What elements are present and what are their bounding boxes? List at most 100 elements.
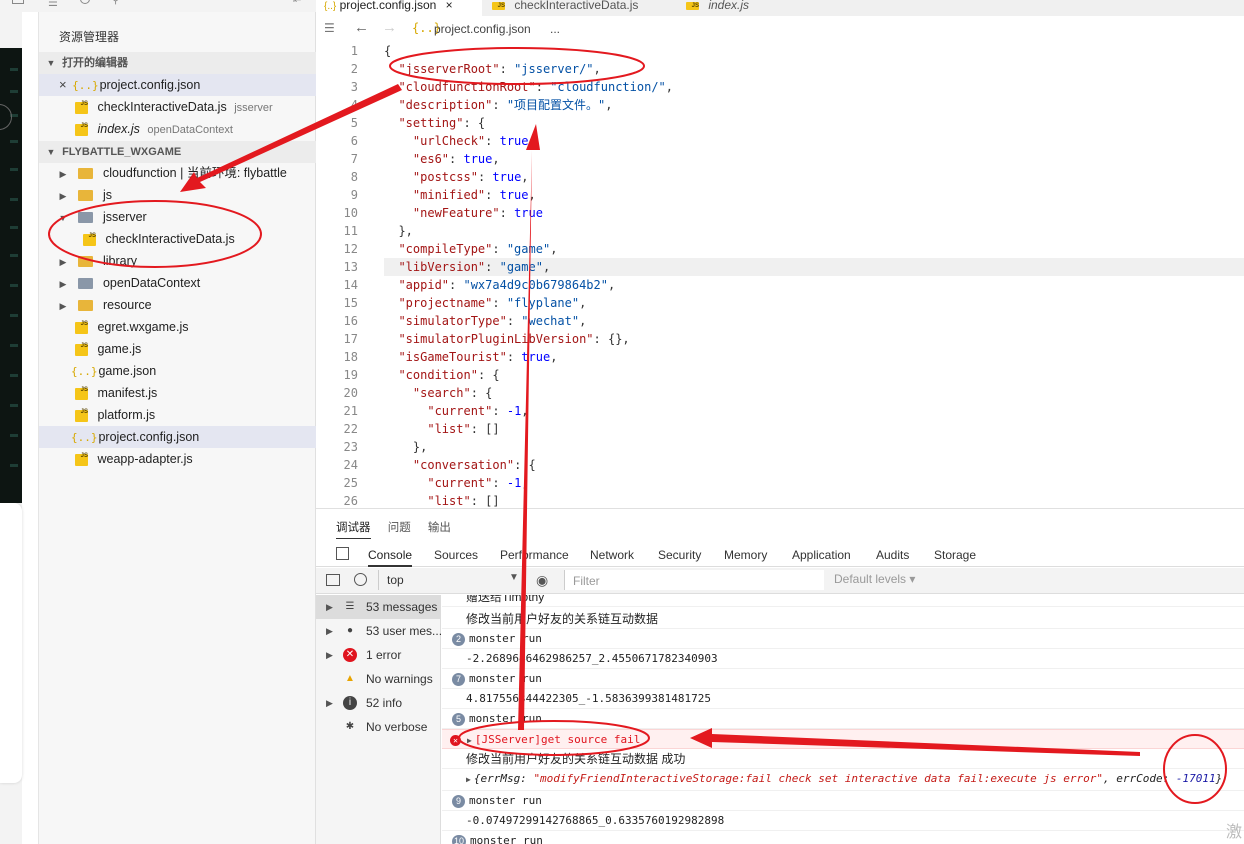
list-icon[interactable]: ☰ <box>324 21 335 35</box>
tab-performance[interactable]: Performance <box>500 548 569 562</box>
line-number: 23 <box>343 440 358 454</box>
open-editors-header[interactable]: ▼ 打开的编辑器 <box>39 52 316 74</box>
clear-icon[interactable] <box>354 573 367 586</box>
code-line: "urlCheck": true, <box>412 134 536 148</box>
tab-problems[interactable]: 问题 <box>388 522 411 534</box>
code-line: "current": -1, <box>427 404 529 418</box>
sidebar-filter-item[interactable]: ▶ ✕ 1 error <box>316 643 441 667</box>
line-number: 24 <box>343 458 358 472</box>
tree-item-opendatacontext[interactable]: ▶ openDataContext <box>39 272 316 294</box>
context-select[interactable]: top ▼ <box>378 570 520 590</box>
log-message: 修改当前用户好友的关系链互动数据 成功 <box>442 749 1244 769</box>
tree-item-weapp-adapter[interactable]: weapp-adapter.js <box>39 445 316 470</box>
tab-console[interactable]: Console <box>368 548 413 567</box>
collapse-icon[interactable]: ⇤ <box>293 0 301 6</box>
tab-memory[interactable]: Memory <box>724 548 767 562</box>
inspect-icon[interactable] <box>336 547 349 560</box>
list-icon[interactable]: ☰ <box>48 0 58 9</box>
tab-application[interactable]: Application <box>792 548 851 562</box>
js-file-icon <box>83 225 96 247</box>
log-message: 10 monster run <box>442 831 1244 844</box>
tree-item-platform[interactable]: platform.js <box>39 401 316 426</box>
explorer-title: 资源管理器 <box>59 30 120 44</box>
line-number: 3 <box>350 80 358 94</box>
tree-item-cloudfunction[interactable]: ▶ cloudfunction | 当前环境: flybattle <box>39 162 316 184</box>
js-file-icon <box>75 445 88 467</box>
list-icon: ☰ <box>345 601 355 612</box>
js-file-icon <box>75 115 88 137</box>
forward-arrow-icon[interactable]: → <box>382 19 397 36</box>
breadcrumb-file[interactable]: project.config.json <box>434 22 531 36</box>
js-file-icon <box>492 1 505 11</box>
line-number: 13 <box>343 260 358 274</box>
back-arrow-icon[interactable]: ← <box>354 19 369 36</box>
filter-input[interactable]: Filter <box>564 570 824 590</box>
chevron-right-icon[interactable]: ▶ <box>466 775 471 784</box>
chevron-down-icon: ▼ <box>58 212 68 223</box>
tab-sources[interactable]: Sources <box>434 548 478 562</box>
eye-icon[interactable]: ◉ <box>536 572 548 589</box>
tab-index-js[interactable]: index.js <box>678 0 792 16</box>
code-line: "conversation": { <box>412 458 536 472</box>
sidebar-toggle-icon[interactable] <box>326 574 340 586</box>
chevron-right-icon: ▶ <box>59 190 67 201</box>
log-object: ▶ {errMsg: "modifyFriendInteractiveStorag… <box>442 769 1244 791</box>
levels-dropdown[interactable]: Default levels ▾ <box>834 572 915 586</box>
open-editor-desc: openDataContext <box>147 124 233 136</box>
sidebar-filter-item[interactable]: ✱ No verbose <box>316 715 441 739</box>
line-number: 12 <box>343 242 358 256</box>
watermark: 激 <box>1225 824 1242 841</box>
copy-icon[interactable] <box>12 0 24 4</box>
code-line: "postcss": true, <box>412 170 529 184</box>
open-editor-item[interactable]: index.js openDataContext <box>39 115 316 140</box>
line-number: 14 <box>343 278 358 292</box>
tab-storage[interactable]: Storage <box>934 548 976 562</box>
sidebar-filter-item[interactable]: ▶ ☰ 53 messages <box>316 595 441 619</box>
warning-icon: ▲ <box>345 673 355 684</box>
line-number: 25 <box>343 476 358 490</box>
chevron-right-icon: ▶ <box>59 300 67 311</box>
log-message: 赠送给Timothy <box>442 595 1244 607</box>
chevron-right-icon: ▶ <box>326 698 333 708</box>
tab-output[interactable]: 输出 <box>428 522 451 534</box>
search-icon[interactable] <box>80 0 90 4</box>
debug-icon[interactable]: ⚲ <box>112 0 119 6</box>
code-line: "condition": { <box>398 368 500 382</box>
code-editor[interactable]: 1 {2 "jsserverRoot": "jsserver/", 3 "cloud… <box>316 42 1244 508</box>
tab-audits[interactable]: Audits <box>876 548 909 562</box>
tab-project-config[interactable]: {..} project.config.json × <box>316 0 482 16</box>
error-icon: ✕ <box>343 648 357 662</box>
close-icon[interactable]: × <box>59 77 67 92</box>
tab-debugger[interactable]: 调试器 <box>336 522 371 539</box>
code-line: }, <box>384 440 428 454</box>
code-line: { <box>384 44 392 58</box>
tab-checkinteractivedata[interactable]: checkInteractiveData.js <box>484 0 666 16</box>
tree-item-game-js[interactable]: game.js <box>39 335 316 360</box>
simulator-button-icon[interactable] <box>0 104 12 130</box>
tree-item-jsserver[interactable]: ▼ jsserver <box>39 206 316 228</box>
chevron-down-icon: ▼ <box>46 58 56 69</box>
line-number: 10 <box>343 206 358 220</box>
folder-icon <box>78 300 94 312</box>
line-number: 15 <box>343 296 358 310</box>
tree-item-js[interactable]: ▶ js <box>39 184 316 206</box>
code-line: "simulatorPluginLibVersion": {}, <box>398 332 630 346</box>
tree-item-library[interactable]: ▶ library <box>39 250 316 272</box>
json-file-icon: {..} <box>324 1 337 12</box>
sidebar-filter-item[interactable]: ▲ No warnings <box>316 667 441 691</box>
breadcrumb-rest[interactable]: ... <box>550 22 560 36</box>
tree-item-checkinteractivedata[interactable]: checkInteractiveData.js <box>39 225 316 250</box>
line-number: 16 <box>343 314 358 328</box>
console-sidebar: ▶ ☰ 53 messages ▶ ● 53 user mes... ▶ ✕ 1 error ▲ N… <box>316 595 441 844</box>
line-number: 9 <box>350 188 358 202</box>
project-header[interactable]: ▼ FLYBATTLE_WXGAME <box>39 141 316 163</box>
close-icon[interactable]: × <box>446 0 453 12</box>
sidebar-filter-item[interactable]: ▶ i 52 info <box>316 691 441 715</box>
sidebar-filter-item[interactable]: ▶ ● 53 user mes... <box>316 619 441 643</box>
open-editor-desc: jsserver <box>234 102 273 114</box>
tab-security[interactable]: Security <box>658 548 701 562</box>
simulator-edge <box>0 0 22 844</box>
code-line: "isGameTourist": true, <box>398 350 558 364</box>
tab-network[interactable]: Network <box>590 548 634 562</box>
chevron-right-icon[interactable]: ▶ <box>467 736 472 745</box>
